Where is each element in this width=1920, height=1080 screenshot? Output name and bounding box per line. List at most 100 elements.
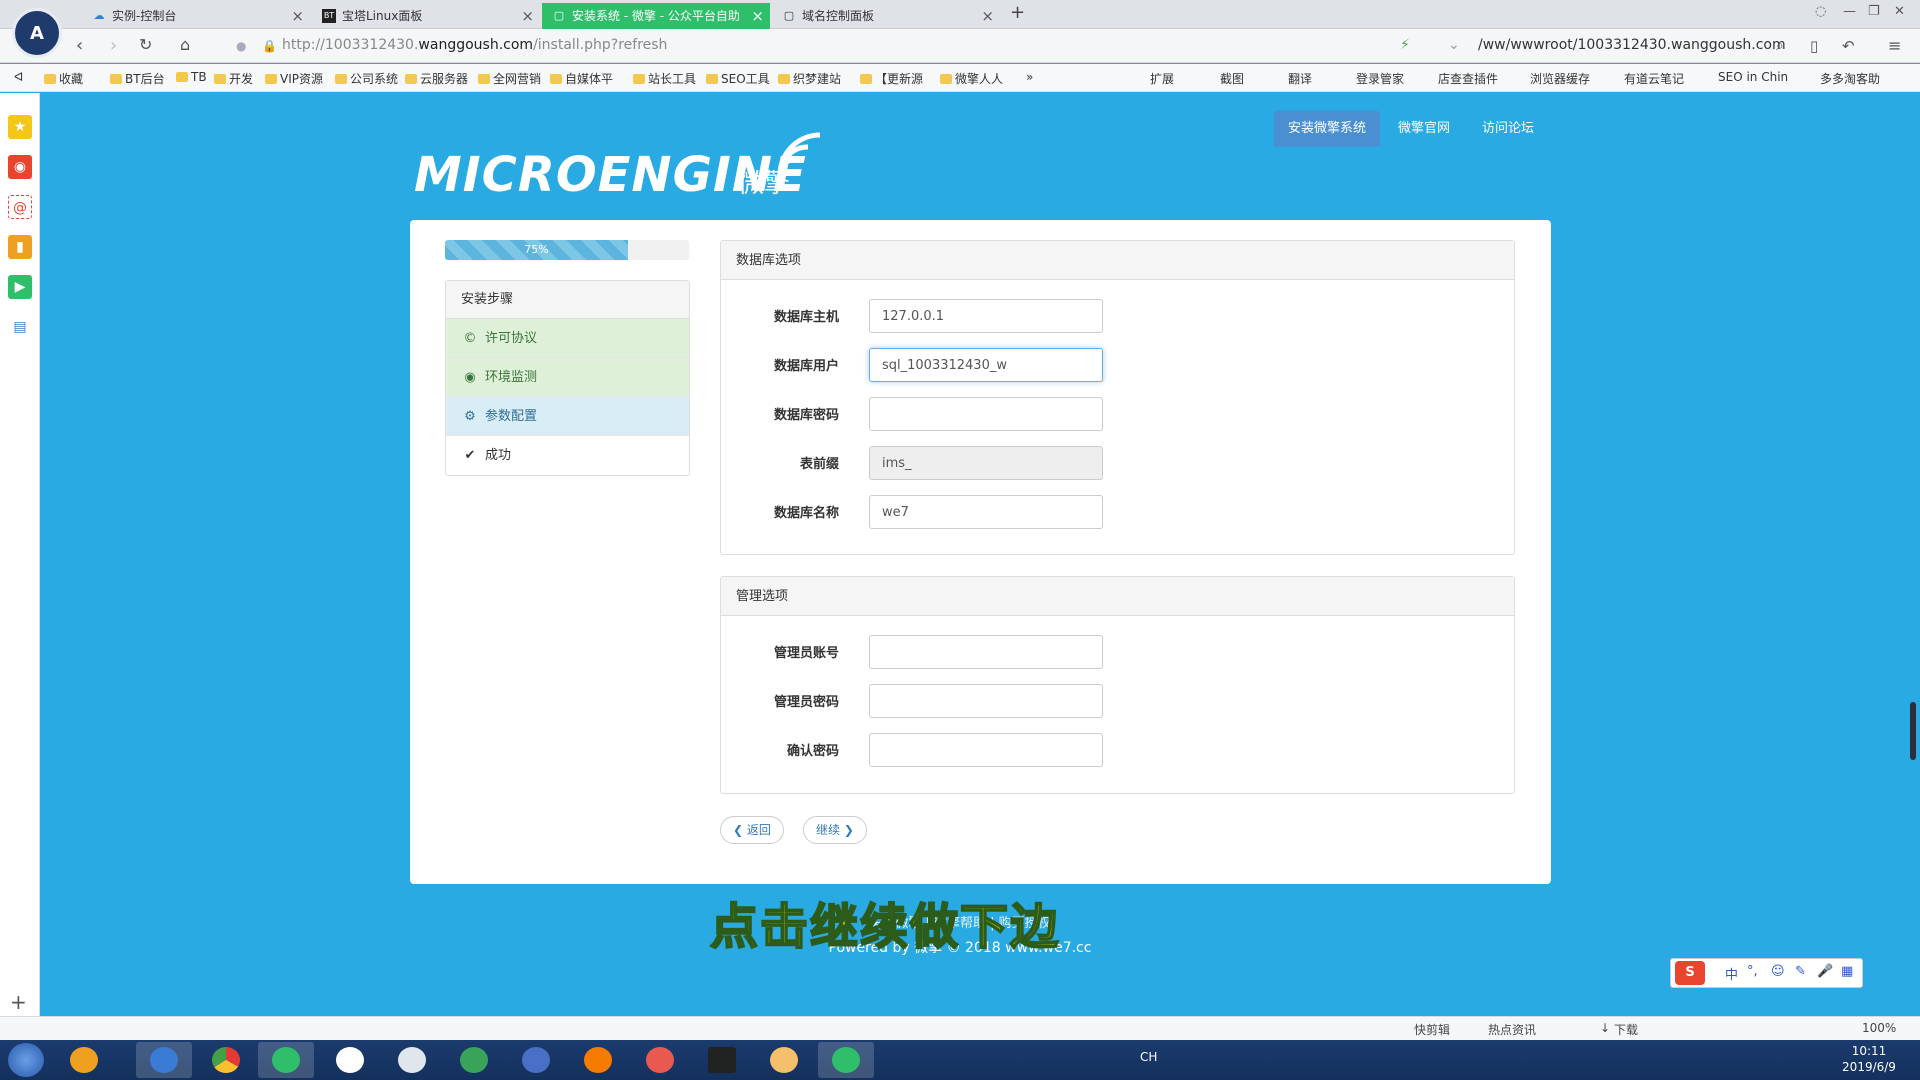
ext-item[interactable]: 浏览器缓存 bbox=[1530, 70, 1590, 87]
tab-instance-console[interactable]: ☁ 实例-控制台 × bbox=[82, 3, 310, 29]
download-icon[interactable]: ↓ bbox=[1600, 1021, 1610, 1035]
taskbar-app-12[interactable] bbox=[756, 1042, 812, 1078]
taskbar-music[interactable] bbox=[818, 1042, 874, 1078]
bookmark-item[interactable]: 自媒体平 bbox=[550, 70, 613, 87]
home-icon[interactable]: ⌂ bbox=[180, 35, 190, 54]
ext-item[interactable]: 店查查插件 bbox=[1438, 70, 1498, 87]
scrollbar-thumb[interactable] bbox=[1910, 702, 1916, 760]
taskbar-app-10[interactable] bbox=[632, 1042, 688, 1078]
bookmark-item[interactable]: 微擎人人 bbox=[940, 70, 1003, 87]
taskbar-360-browser[interactable] bbox=[258, 1042, 314, 1078]
bookmark-item[interactable]: 【更新源 bbox=[860, 70, 923, 87]
star-icon[interactable]: ★ bbox=[8, 115, 32, 139]
taskbar-app-2[interactable] bbox=[136, 1042, 192, 1078]
table-prefix-input[interactable] bbox=[869, 446, 1103, 480]
ext-item[interactable]: 扩展 bbox=[1150, 70, 1174, 87]
ime-lang[interactable]: 中 bbox=[1725, 964, 1738, 983]
download-label[interactable]: 下载 bbox=[1614, 1021, 1638, 1038]
minimize-icon[interactable]: — bbox=[1843, 4, 1856, 19]
back-button[interactable]: ❮ 返回 bbox=[720, 816, 784, 844]
quick-clip[interactable]: 快剪辑 bbox=[1414, 1021, 1450, 1038]
taskbar-app-9[interactable] bbox=[570, 1042, 626, 1078]
pen-icon[interactable]: ✎ bbox=[1795, 964, 1806, 979]
mail-icon[interactable]: @ bbox=[8, 195, 32, 219]
ext-item[interactable]: 有道云笔记 bbox=[1624, 70, 1684, 87]
url-field[interactable]: http://1003312430.wanggoush.com/install.… bbox=[282, 37, 667, 53]
confirm-password-input[interactable] bbox=[869, 733, 1103, 767]
nav-forum[interactable]: 访问论坛 bbox=[1468, 111, 1548, 147]
bookmark-item[interactable]: 公司系统 bbox=[335, 70, 398, 87]
taskbar-app-7[interactable] bbox=[446, 1042, 502, 1078]
taskbar-terminal[interactable] bbox=[694, 1042, 750, 1078]
close-icon[interactable]: × bbox=[751, 3, 764, 29]
input-lang[interactable]: CH bbox=[1140, 1050, 1157, 1064]
new-tab-icon[interactable]: + bbox=[1010, 2, 1025, 23]
db-password-input[interactable] bbox=[869, 397, 1103, 431]
grid-icon[interactable]: ▦ bbox=[1841, 964, 1853, 979]
bookmark-item[interactable]: 织梦建站 bbox=[778, 70, 841, 87]
undo-icon[interactable]: ↶ bbox=[1842, 37, 1855, 55]
hot-news[interactable]: 热点资讯 bbox=[1488, 1021, 1536, 1038]
sogou-icon[interactable]: S bbox=[1675, 961, 1705, 985]
admin-account-input[interactable] bbox=[869, 635, 1103, 669]
bookmark-item[interactable]: VIP资源 bbox=[265, 70, 323, 87]
ext-item[interactable]: 登录管家 bbox=[1356, 70, 1404, 87]
db-host-input[interactable] bbox=[869, 299, 1103, 333]
taskbar-chrome[interactable] bbox=[198, 1042, 254, 1078]
close-icon[interactable]: × bbox=[291, 3, 304, 29]
tab-install-system[interactable]: ▢ 安装系统 - 微擎 - 公众平台自助 × bbox=[542, 3, 770, 29]
ext-item[interactable]: SEO in Chin bbox=[1718, 70, 1788, 84]
emoji-icon[interactable]: ☺ bbox=[1771, 964, 1785, 979]
continue-button[interactable]: 继续 ❯ bbox=[803, 816, 867, 844]
speed-icon[interactable]: ⚡ bbox=[1400, 37, 1410, 53]
menu-icon[interactable]: ≡ bbox=[1888, 36, 1901, 55]
maximize-icon[interactable]: ❐ bbox=[1868, 4, 1880, 19]
nav-official-site[interactable]: 微擎官网 bbox=[1384, 111, 1464, 147]
start-button[interactable] bbox=[8, 1043, 44, 1077]
video-icon[interactable]: ▶ bbox=[8, 275, 32, 299]
admin-password-input[interactable] bbox=[869, 684, 1103, 718]
browser-logo[interactable]: A bbox=[12, 8, 62, 58]
ext-item[interactable]: 翻译 bbox=[1288, 70, 1312, 87]
note-icon[interactable]: ▮ bbox=[8, 235, 32, 259]
clock[interactable]: 10:11 2019/6/9 bbox=[1834, 1043, 1904, 1075]
weibo-icon[interactable]: ◉ bbox=[8, 155, 32, 179]
bookmark-item[interactable]: 全网营销 bbox=[478, 70, 541, 87]
close-icon[interactable]: × bbox=[521, 3, 534, 29]
taskbar-app-6[interactable] bbox=[384, 1042, 440, 1078]
search-path-field[interactable]: /ww/wwwroot/1003312430.wanggoush.com bbox=[1478, 37, 1786, 53]
db-user-input[interactable] bbox=[869, 348, 1103, 382]
db-name-input[interactable] bbox=[869, 495, 1103, 529]
nav-install[interactable]: 安装微擎系统 bbox=[1274, 111, 1381, 147]
close-icon[interactable]: × bbox=[981, 3, 994, 29]
zoom-level[interactable]: 100% bbox=[1862, 1021, 1896, 1035]
tab-domain-panel[interactable]: ▢ 域名控制面板 × bbox=[772, 3, 1000, 29]
bookmark-item[interactable]: 云服务器 bbox=[405, 70, 468, 87]
bookmark-icon[interactable]: ▯ bbox=[1810, 37, 1818, 55]
tab-bt-panel[interactable]: BT 宝塔Linux面板 × bbox=[312, 3, 540, 29]
forward-icon[interactable]: › bbox=[110, 35, 117, 56]
ime-punct[interactable]: °, bbox=[1747, 964, 1758, 979]
skin-icon[interactable]: ◌ bbox=[1815, 4, 1826, 19]
ext-item[interactable]: 截图 bbox=[1220, 70, 1244, 87]
reload-icon[interactable]: ↻ bbox=[139, 35, 152, 54]
sidebar-toggle-icon[interactable]: ᐊ bbox=[14, 70, 23, 84]
window-close-icon[interactable]: ✕ bbox=[1894, 4, 1905, 19]
more-bookmarks-icon[interactable]: » bbox=[1026, 70, 1033, 84]
taskbar-app-8[interactable] bbox=[508, 1042, 564, 1078]
mic-icon[interactable]: 🎤 bbox=[1817, 964, 1833, 979]
ext-item[interactable]: 多多淘客助 bbox=[1820, 70, 1880, 87]
taskbar-app-5[interactable] bbox=[322, 1042, 378, 1078]
doc-icon[interactable]: ▤ bbox=[8, 315, 32, 339]
search-icon[interactable]: ⌕ bbox=[1776, 38, 1784, 54]
bookmark-item[interactable]: 站长工具 bbox=[633, 70, 696, 87]
back-icon[interactable]: ‹ bbox=[76, 35, 83, 56]
add-icon[interactable]: + bbox=[10, 990, 27, 1014]
chevron-down-icon[interactable]: ⌄ bbox=[1448, 37, 1460, 53]
bookmark-item[interactable]: 开发 bbox=[214, 70, 253, 87]
taskbar-app-1[interactable] bbox=[56, 1042, 112, 1078]
bookmark-item[interactable]: TB bbox=[176, 70, 207, 84]
site-logo[interactable]: MICROENGINE 微擎 bbox=[414, 125, 834, 203]
bookmark-item[interactable]: BT后台 bbox=[110, 70, 165, 87]
bookmark-item[interactable]: SEO工具 bbox=[706, 70, 770, 87]
